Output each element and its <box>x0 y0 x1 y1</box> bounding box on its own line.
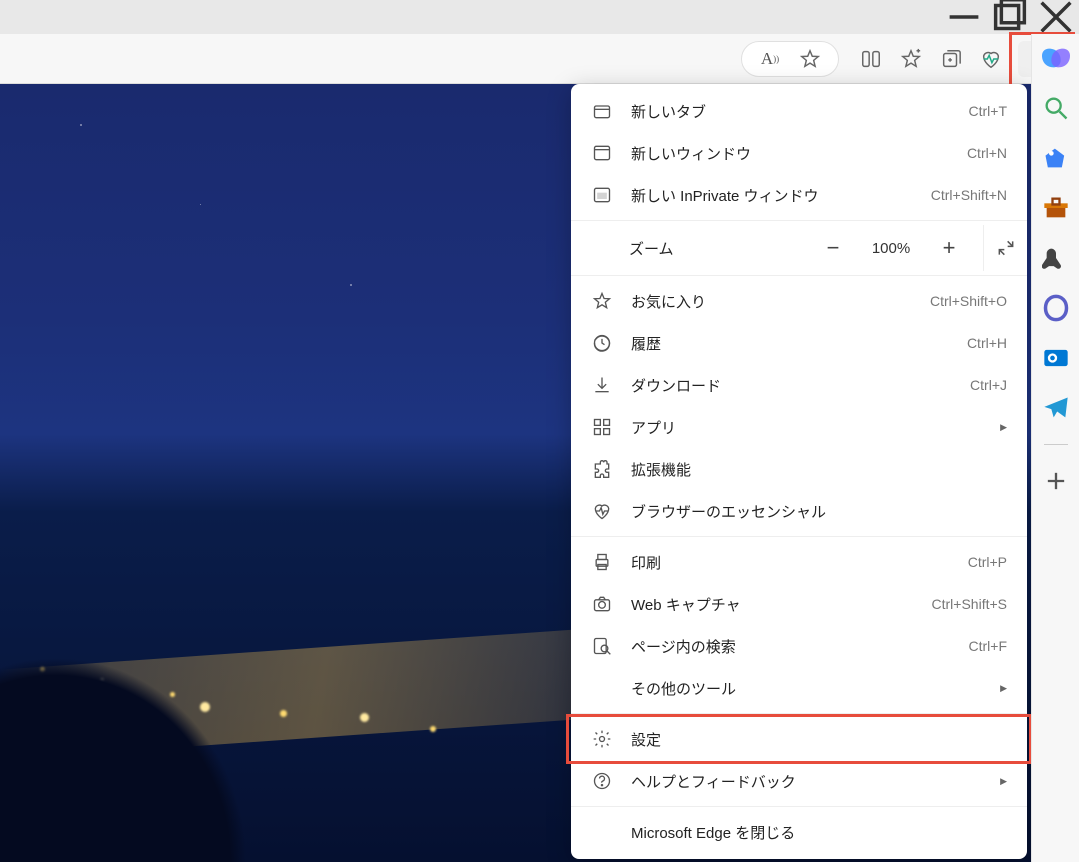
menu-label: ヘルプとフィードバック <box>631 771 1007 792</box>
close-button[interactable] <box>1033 0 1079 34</box>
history-icon <box>591 332 613 354</box>
puzzle-icon <box>591 458 613 480</box>
menu-web-capture[interactable]: Web キャプチャ Ctrl+Shift+S <box>571 583 1027 625</box>
menu-label: お気に入り <box>631 291 930 312</box>
telegram-icon[interactable] <box>1042 394 1070 422</box>
maximize-button[interactable] <box>987 0 1033 34</box>
menu-label: 新しいウィンドウ <box>631 143 967 164</box>
shopping-icon[interactable] <box>1042 144 1070 172</box>
m365-icon[interactable] <box>1042 294 1070 322</box>
read-aloud-icon[interactable]: A)) <box>750 39 790 79</box>
menu-separator <box>571 806 1027 807</box>
menu-shortcut: Ctrl+Shift+O <box>930 293 1007 309</box>
zoom-value: 100% <box>869 240 913 257</box>
zoom-label: ズーム <box>629 238 815 259</box>
menu-shortcut: Ctrl+Shift+N <box>931 187 1007 203</box>
menu-separator <box>571 713 1027 714</box>
edge-sidebar <box>1031 34 1079 862</box>
menu-separator <box>571 275 1027 276</box>
browser-health-icon[interactable] <box>971 39 1011 79</box>
menu-essentials[interactable]: ブラウザーのエッセンシャル <box>571 490 1027 532</box>
menu-label: 履歴 <box>631 333 967 354</box>
menu-shortcut: Ctrl+N <box>967 145 1007 161</box>
address-actions: A)) <box>741 41 839 77</box>
star-icon <box>591 290 613 312</box>
menu-extensions[interactable]: 拡張機能 <box>571 448 1027 490</box>
menu-shortcut: Ctrl+P <box>968 554 1007 570</box>
menu-label: その他のツール <box>631 678 1007 699</box>
add-sidebar-button[interactable] <box>1042 467 1070 495</box>
menu-print[interactable]: 印刷 Ctrl+P <box>571 541 1027 583</box>
menu-shortcut: Ctrl+Shift+S <box>932 596 1007 612</box>
menu-label: ブラウザーのエッセンシャル <box>631 501 1007 522</box>
window-icon <box>591 142 613 164</box>
heartbeat-icon <box>591 500 613 522</box>
blank-icon <box>591 677 613 699</box>
tools-icon[interactable] <box>1042 194 1070 222</box>
menu-more-tools[interactable]: その他のツール <box>571 667 1027 709</box>
split-screen-icon[interactable] <box>851 39 891 79</box>
menu-new-window[interactable]: 新しいウィンドウ Ctrl+N <box>571 132 1027 174</box>
fullscreen-button[interactable] <box>983 225 1027 271</box>
games-icon[interactable] <box>1042 244 1070 272</box>
menu-shortcut: Ctrl+F <box>969 638 1008 654</box>
menu-new-inprivate[interactable]: 新しい InPrivate ウィンドウ Ctrl+Shift+N <box>571 174 1027 216</box>
outlook-icon[interactable] <box>1042 344 1070 372</box>
search-icon[interactable] <box>1042 94 1070 122</box>
menu-separator <box>571 220 1027 221</box>
settings-menu: 新しいタブ Ctrl+T 新しいウィンドウ Ctrl+N 新しい InPriva… <box>571 84 1027 859</box>
favorite-star-icon[interactable] <box>790 39 830 79</box>
menu-apps[interactable]: アプリ <box>571 406 1027 448</box>
menu-shortcut: Ctrl+H <box>967 335 1007 351</box>
collections-icon[interactable] <box>931 39 971 79</box>
menu-help[interactable]: ヘルプとフィードバック <box>571 760 1027 802</box>
menu-label: 設定 <box>631 729 1007 750</box>
menu-label: Web キャプチャ <box>631 594 932 615</box>
menu-label: ダウンロード <box>631 375 970 396</box>
menu-new-tab[interactable]: 新しいタブ Ctrl+T <box>571 90 1027 132</box>
menu-shortcut: Ctrl+J <box>970 377 1007 393</box>
menu-label: 拡張機能 <box>631 459 1007 480</box>
camera-icon <box>591 593 613 615</box>
titlebar <box>0 0 1079 34</box>
minimize-button[interactable] <box>941 0 987 34</box>
zoom-in-button[interactable]: + <box>931 230 967 266</box>
help-icon <box>591 770 613 792</box>
zoom-out-button[interactable]: − <box>815 230 851 266</box>
menu-label: アプリ <box>631 417 1007 438</box>
menu-zoom: ズーム − 100% + <box>571 225 1027 271</box>
menu-label: 新しい InPrivate ウィンドウ <box>631 185 931 206</box>
blank-icon <box>591 821 613 843</box>
menu-settings[interactable]: 設定 <box>571 718 1027 760</box>
menu-history[interactable]: 履歴 Ctrl+H <box>571 322 1027 364</box>
menu-favorites[interactable]: お気に入り Ctrl+Shift+O <box>571 280 1027 322</box>
tab-icon <box>591 100 613 122</box>
gear-icon <box>591 728 613 750</box>
menu-find[interactable]: ページ内の検索 Ctrl+F <box>571 625 1027 667</box>
menu-shortcut: Ctrl+T <box>969 103 1008 119</box>
apps-icon <box>591 416 613 438</box>
inprivate-icon <box>591 184 613 206</box>
menu-label: 新しいタブ <box>631 101 969 122</box>
download-icon <box>591 374 613 396</box>
print-icon <box>591 551 613 573</box>
menu-separator <box>571 536 1027 537</box>
favorites-list-icon[interactable] <box>891 39 931 79</box>
menu-label: 印刷 <box>631 552 968 573</box>
menu-label: ページ内の検索 <box>631 636 969 657</box>
toolbar: A)) ••• <box>0 34 1079 84</box>
copilot-icon[interactable] <box>1042 44 1070 72</box>
menu-close-edge[interactable]: Microsoft Edge を閉じる <box>571 811 1027 853</box>
menu-label: Microsoft Edge を閉じる <box>631 822 1007 843</box>
sidebar-divider <box>1044 444 1068 445</box>
menu-downloads[interactable]: ダウンロード Ctrl+J <box>571 364 1027 406</box>
find-icon <box>591 635 613 657</box>
